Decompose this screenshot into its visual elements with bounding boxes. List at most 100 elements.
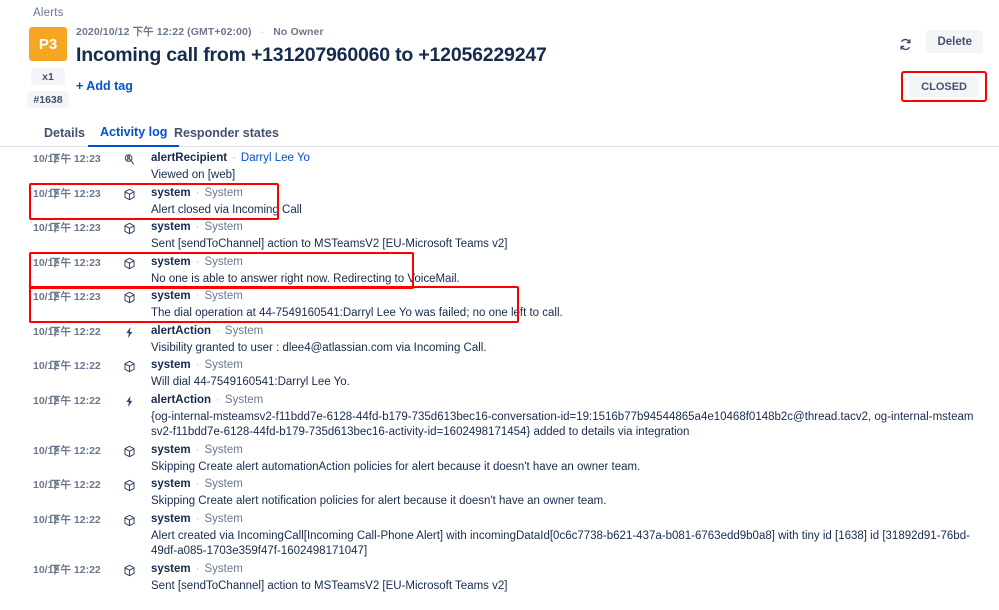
log-row-date: 10/12 bbox=[33, 563, 60, 576]
log-row-date: 10/12 bbox=[33, 222, 60, 234]
activity-log-row: 10/12 下午 12:22 system · System Alert created … bbox=[0, 511, 999, 561]
log-row-type: alertRecipient bbox=[151, 152, 228, 164]
log-row-text: Alert closed via Incoming Call bbox=[151, 203, 302, 216]
log-row-body: alertAction · System Visibility granted to … bbox=[142, 324, 999, 357]
alert-detail-page: Alerts P3 x1 #1638 2020/10/12 下午 12:22 (… bbox=[0, 0, 999, 610]
header-actions: Delete bbox=[894, 30, 983, 55]
log-row-actor: System bbox=[204, 443, 243, 456]
log-row-header: system · System bbox=[151, 512, 979, 527]
log-row-text: {og-internal-msteamsv2-f11bdd7e-6128-44f… bbox=[151, 410, 974, 439]
log-row-separator: · bbox=[195, 255, 200, 268]
log-row-time: 下午 12:23 bbox=[50, 153, 101, 165]
log-row-time: 下午 12:22 bbox=[50, 479, 101, 491]
delete-button[interactable]: Delete bbox=[926, 30, 983, 53]
log-row-text: Sent [sendToChannel] action to MSTeamsV2… bbox=[151, 579, 508, 592]
log-row-actor: System bbox=[224, 324, 264, 337]
alert-meta-line: 2020/10/12 下午 12:22 (GMT+02:00) · No Own… bbox=[76, 24, 889, 39]
log-row-date: 10/12 bbox=[33, 153, 60, 165]
log-row-header: system · System bbox=[151, 255, 979, 270]
log-row-date: 10/12 bbox=[33, 291, 60, 303]
alert-owner: No Owner bbox=[273, 26, 324, 38]
breadcrumb[interactable]: Alerts bbox=[33, 7, 64, 19]
log-row-separator: · bbox=[216, 324, 220, 337]
log-row-header: system · System bbox=[151, 289, 979, 304]
log-row-header: alertAction · System bbox=[151, 393, 979, 408]
log-row-body: system · System The dial operation at 44-75… bbox=[142, 289, 999, 322]
activity-log-row: 10/12 下午 12:23 system · System No one is able… bbox=[0, 254, 999, 289]
log-row-separator: · bbox=[195, 562, 200, 575]
priority-badge: P3 bbox=[29, 27, 67, 61]
refresh-icon[interactable] bbox=[894, 33, 916, 55]
log-row-separator: · bbox=[195, 359, 200, 371]
log-row-time: 下午 12:23 bbox=[50, 187, 101, 200]
log-row-time: 下午 12:22 bbox=[50, 325, 101, 338]
log-row-body: alertAction · System {og-internal-msteamsv2… bbox=[142, 393, 999, 441]
log-row-type: alertAction bbox=[151, 324, 212, 337]
activity-log-row: 10/12 下午 12:23 system · System Alert closed v… bbox=[0, 185, 999, 220]
status-highlight-box: CLOSED bbox=[901, 71, 987, 102]
log-row-separator: · bbox=[195, 512, 200, 525]
log-row-text: Will dial 44-7549160541:Darryl Lee Yo. bbox=[151, 376, 350, 388]
status-badge[interactable]: CLOSED bbox=[909, 76, 979, 97]
log-row-header: alertRecipient · Darryl Lee Yo bbox=[151, 151, 979, 166]
log-row-text: Skipping Create alert automationAction p… bbox=[151, 460, 641, 473]
log-row-actor: System bbox=[204, 290, 243, 302]
log-row-separator: · bbox=[216, 393, 220, 406]
cube-icon bbox=[116, 477, 142, 492]
alert-timestamp: 2020/10/12 下午 12:22 (GMT+02:00) bbox=[76, 26, 252, 38]
log-row-actor: System bbox=[204, 359, 243, 371]
log-row-type: system bbox=[151, 221, 191, 233]
log-row-date: 10/12 bbox=[33, 187, 60, 200]
log-row-type: system bbox=[151, 186, 191, 199]
log-row-actor: System bbox=[204, 562, 243, 575]
log-row-actor: System bbox=[204, 221, 243, 233]
cube-icon bbox=[116, 512, 142, 527]
log-row-separator: · bbox=[232, 152, 236, 164]
log-row-actor-link[interactable]: Darryl Lee Yo bbox=[241, 152, 310, 164]
cube-icon bbox=[116, 289, 142, 304]
log-row-type: system bbox=[151, 562, 191, 575]
activity-log-row: 10/12 下午 12:22 alertAction · System {og-inter… bbox=[0, 392, 999, 442]
log-row-body: system · System No one is able to answer ri… bbox=[142, 255, 999, 288]
log-row-body: system · System Sent [sendToChannel] action… bbox=[142, 220, 999, 253]
log-row-text: Alert created via IncomingCall[Incoming … bbox=[151, 529, 970, 558]
log-row-actor: System bbox=[204, 255, 243, 268]
log-row-actor: System bbox=[204, 478, 243, 490]
log-row-type: system bbox=[151, 255, 191, 268]
log-row-date: 10/12 bbox=[33, 479, 60, 491]
log-row-header: system · System bbox=[151, 477, 979, 492]
log-row-actor: System bbox=[224, 393, 264, 406]
log-row-body: alertRecipient · Darryl Lee Yo Viewed on [w… bbox=[142, 151, 999, 184]
add-tag-button[interactable]: + Add tag bbox=[76, 79, 133, 93]
lightning-icon bbox=[116, 393, 142, 408]
activity-log-row: 10/12 下午 12:22 system · System Skipping Creat… bbox=[0, 442, 999, 477]
log-row-time: 下午 12:22 bbox=[50, 360, 101, 372]
log-row-text: The dial operation at 44-7549160541:Darr… bbox=[151, 307, 563, 319]
log-row-time: 下午 12:23 bbox=[50, 256, 101, 269]
alert-id-badge: #1638 bbox=[27, 91, 69, 108]
log-row-text: Skipping Create alert notification polic… bbox=[151, 495, 607, 507]
tab-responder-states[interactable]: Responder states bbox=[162, 118, 291, 147]
lightning-icon bbox=[116, 324, 142, 339]
log-row-date: 10/12 bbox=[33, 256, 60, 269]
activity-log-row: 10/12 下午 12:22 alertAction · System Visibilit… bbox=[0, 323, 999, 358]
log-row-header: system · System bbox=[151, 562, 979, 577]
view-person-icon bbox=[116, 151, 142, 166]
occurrence-count-badge: x1 bbox=[31, 68, 65, 85]
alert-badges: P3 x1 #1638 bbox=[27, 27, 69, 108]
log-row-text: Visibility granted to user : dlee4@atlas… bbox=[151, 341, 487, 354]
log-row-body: system · System Skipping Create alert autom… bbox=[142, 443, 999, 476]
activity-log-row: 10/12 下午 12:22 system · System Will dial 44-7… bbox=[0, 357, 999, 392]
tab-bar: Details Activity log Responder states bbox=[0, 118, 999, 147]
cube-icon bbox=[116, 220, 142, 235]
log-row-date: 10/12 bbox=[33, 513, 60, 526]
activity-log-row: 10/12 下午 12:22 system · System Skipping Creat… bbox=[0, 476, 999, 511]
log-row-actor: System bbox=[204, 512, 243, 525]
log-row-body: system · System Alert closed via Incoming C… bbox=[142, 186, 999, 219]
log-row-separator: · bbox=[195, 221, 200, 233]
log-row-body: system · System Will dial 44-7549160541:Dar… bbox=[142, 358, 999, 391]
log-row-separator: · bbox=[195, 186, 200, 199]
log-row-body: system · System Skipping Create alert notif… bbox=[142, 477, 999, 510]
log-row-text: No one is able to answer right now. Redi… bbox=[151, 272, 460, 285]
log-row-time: 下午 12:22 bbox=[50, 394, 101, 407]
